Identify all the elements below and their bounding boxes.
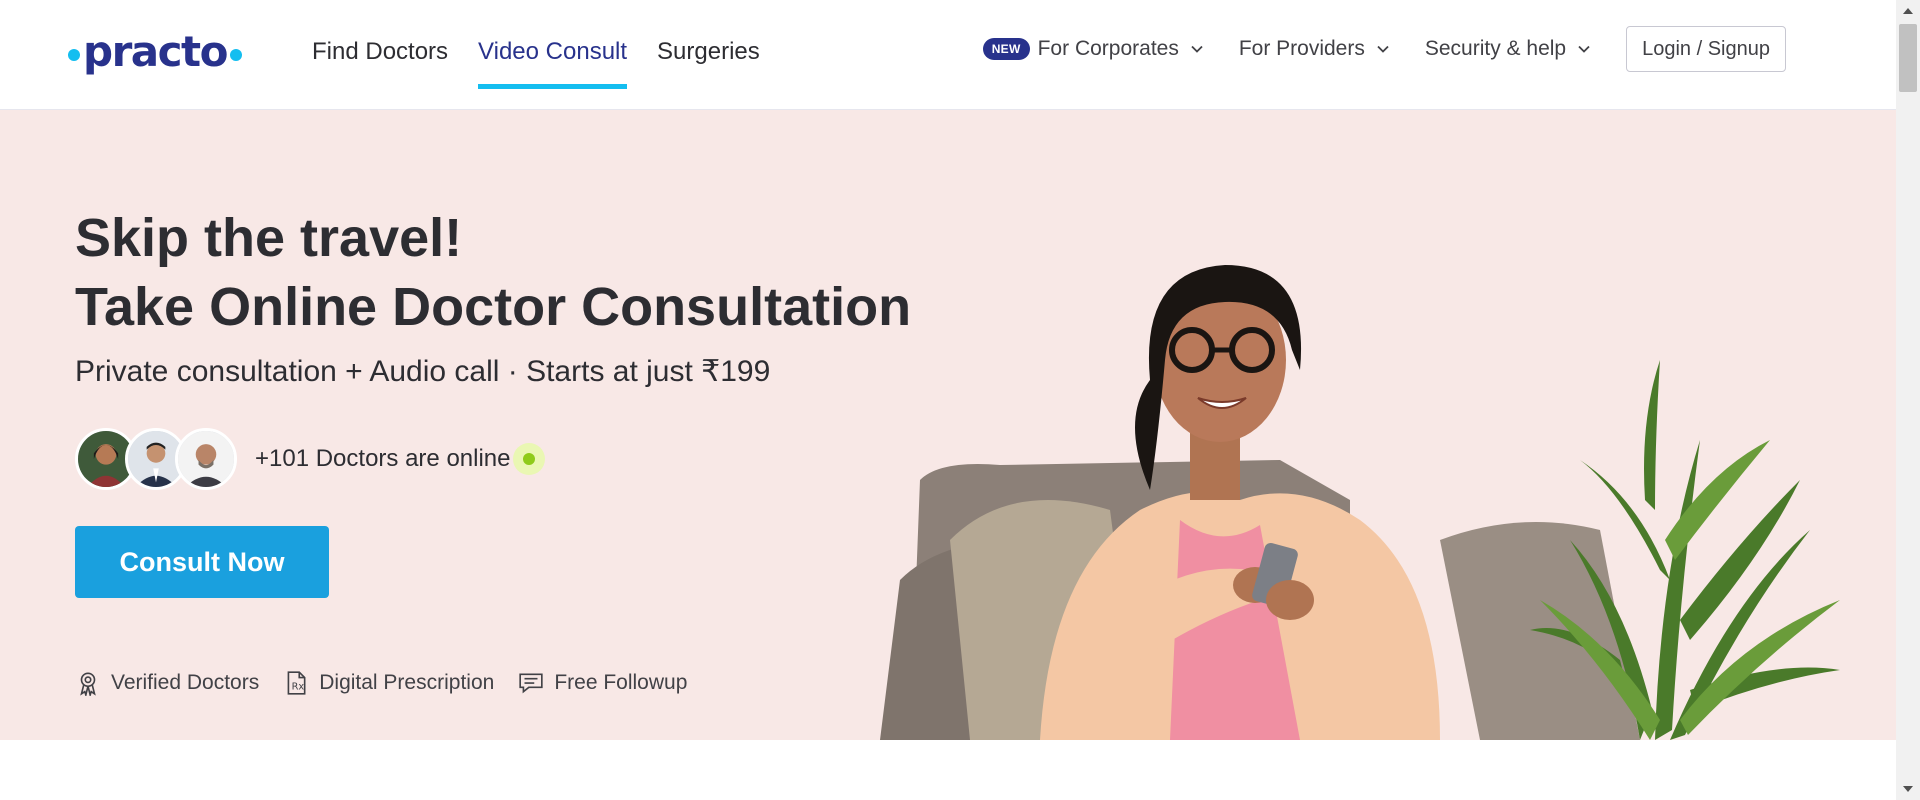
scroll-down-arrow-icon[interactable] xyxy=(1903,786,1913,792)
scrollbar-thumb[interactable] xyxy=(1899,24,1917,92)
svg-text:Rx: Rx xyxy=(292,682,305,693)
security-help-dropdown[interactable]: Security & help xyxy=(1425,37,1594,61)
verified-badge-icon xyxy=(80,672,96,696)
chevron-down-icon xyxy=(1377,45,1389,53)
main-nav: Find Doctors Video Consult Surgeries xyxy=(312,34,760,89)
feature-label: Free Followup xyxy=(554,671,688,694)
scroll-up-arrow-icon[interactable] xyxy=(1903,8,1913,14)
new-badge: NEW xyxy=(982,38,1030,60)
nav-surgeries[interactable]: Surgeries xyxy=(657,34,760,88)
for-providers-dropdown[interactable]: For Providers xyxy=(1239,37,1393,61)
for-corporates-label: For Corporates xyxy=(1037,37,1179,60)
hero-title-line1: Skip the travel! xyxy=(75,208,463,268)
doctor-avatars xyxy=(75,428,237,490)
doctors-online-text: +101 Doctors are online xyxy=(255,445,511,472)
feature-label: Digital Prescription xyxy=(319,671,495,694)
hero-illustration xyxy=(880,265,1840,740)
doctors-online-row: +101 Doctors are online xyxy=(75,428,545,490)
online-status-dot xyxy=(512,443,545,475)
nav-video-consult[interactable]: Video Consult xyxy=(478,34,628,89)
avatar xyxy=(175,428,237,490)
prescription-icon: Rx xyxy=(287,671,306,695)
chevron-down-icon xyxy=(1578,45,1590,53)
logo-dot-right xyxy=(229,49,242,61)
logo-dot-left xyxy=(68,49,80,61)
right-nav: NEW For Corporates For Providers Securit… xyxy=(982,26,1786,72)
chat-icon xyxy=(519,673,543,694)
for-corporates-dropdown[interactable]: NEW For Corporates xyxy=(982,37,1207,61)
security-help-label: Security & help xyxy=(1424,37,1567,60)
top-header: practo Find Doctors Video Consult Surger… xyxy=(0,0,1896,110)
chevron-down-icon xyxy=(1191,45,1203,53)
features-list: Verified Doctors Rx Digital Prescription… xyxy=(75,670,711,696)
feature-label: Verified Doctors xyxy=(111,671,260,694)
hero-title-line2: Take Online Doctor Consultation xyxy=(75,277,912,337)
nav-find-doctors[interactable]: Find Doctors xyxy=(312,34,448,88)
feature-verified-doctors: Verified Doctors xyxy=(75,670,259,696)
feature-digital-prescription: Rx Digital Prescription xyxy=(283,670,494,696)
for-providers-label: For Providers xyxy=(1238,37,1365,60)
hero-title: Skip the travel! Take Online Doctor Cons… xyxy=(75,204,911,342)
login-signup-button[interactable]: Login / Signup xyxy=(1626,26,1786,72)
consult-now-button[interactable]: Consult Now xyxy=(75,526,329,598)
hero-subtitle: Private consultation + Audio call · Star… xyxy=(75,355,771,388)
practo-logo[interactable]: practo xyxy=(68,30,242,80)
hero-section: Skip the travel! Take Online Doctor Cons… xyxy=(0,110,1896,740)
logo-text: practo xyxy=(83,27,228,76)
feature-free-followup: Free Followup xyxy=(518,670,687,696)
vertical-scrollbar[interactable] xyxy=(1896,0,1920,800)
